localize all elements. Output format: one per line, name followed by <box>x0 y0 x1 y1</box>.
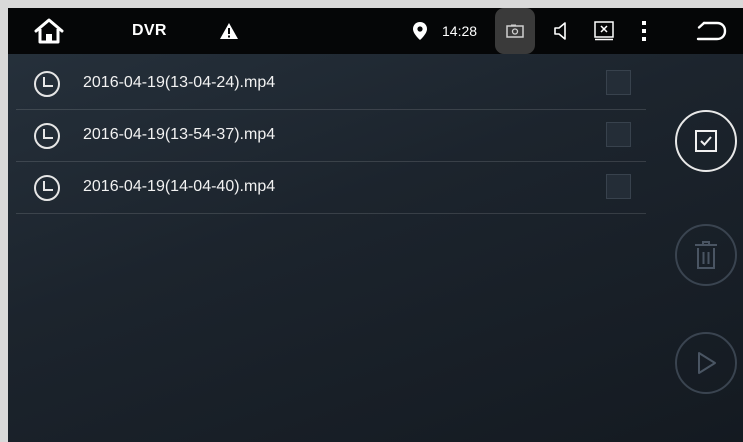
file-checkbox[interactable] <box>606 122 631 147</box>
play-button[interactable] <box>675 332 737 394</box>
screenshot-icon <box>506 24 524 38</box>
play-icon <box>698 352 716 374</box>
clock-icon <box>34 175 60 201</box>
warning-icon <box>218 20 240 42</box>
close-app-icon <box>594 21 614 41</box>
home-icon <box>34 18 64 44</box>
dvr-screen: DVR 14:28 2016-04-19(13-04-24).mp4 2016-… <box>8 8 743 442</box>
clock-icon <box>34 123 60 149</box>
status-bar: DVR 14:28 <box>8 8 743 54</box>
volume-button[interactable] <box>548 18 574 44</box>
file-checkbox[interactable] <box>606 70 631 95</box>
volume-icon <box>554 22 566 40</box>
trash-icon <box>695 241 717 269</box>
overflow-menu-button[interactable] <box>635 18 653 44</box>
recording-file-list: 2016-04-19(13-04-24).mp4 2016-04-19(13-5… <box>16 58 646 214</box>
select-all-button[interactable] <box>675 110 737 172</box>
file-name: 2016-04-19(14-04-40).mp4 <box>83 178 276 195</box>
clock-icon <box>34 71 60 97</box>
more-vert-icon <box>642 21 646 41</box>
file-row[interactable]: 2016-04-19(14-04-40).mp4 <box>16 162 646 214</box>
back-button[interactable] <box>693 16 729 46</box>
checkbox-icon <box>695 130 717 152</box>
back-icon <box>696 21 727 41</box>
file-row[interactable]: 2016-04-19(13-54-37).mp4 <box>16 110 646 162</box>
location-pin-icon <box>412 21 428 41</box>
file-name: 2016-04-19(13-54-37).mp4 <box>83 126 276 143</box>
file-name: 2016-04-19(13-04-24).mp4 <box>83 74 276 91</box>
file-checkbox[interactable] <box>606 174 631 199</box>
delete-button[interactable] <box>675 224 737 286</box>
screenshot-button[interactable] <box>495 8 535 54</box>
status-clock: 14:28 <box>442 23 478 39</box>
app-title: DVR <box>132 22 167 39</box>
file-row[interactable]: 2016-04-19(13-04-24).mp4 <box>16 58 646 110</box>
close-app-button[interactable] <box>591 18 617 44</box>
home-button[interactable] <box>30 16 68 46</box>
